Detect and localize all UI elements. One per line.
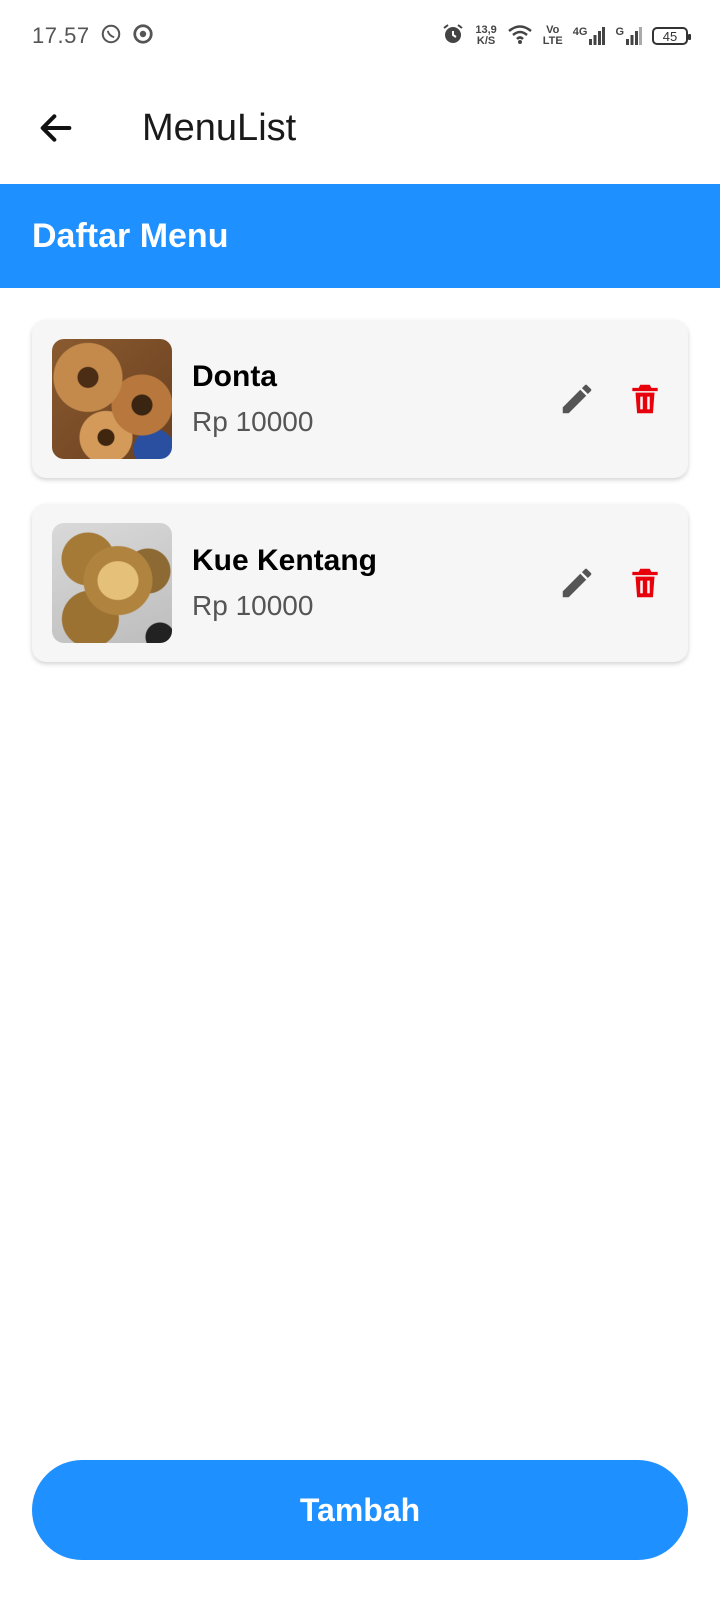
battery-icon: 45 [652,27,691,45]
edit-button[interactable] [554,560,600,606]
item-price: Rp 10000 [192,406,314,437]
network-4g-label: 4G [572,26,588,38]
delete-button[interactable] [622,376,668,422]
edit-button[interactable] [554,376,600,422]
potato-cake-photo [52,523,172,643]
signal-g: G [615,27,642,45]
menu-list: Donta Rp 10000 Kue Kentang Rp 10000 [32,320,688,688]
network-g-label: G [615,26,624,38]
signal-bars-icon [626,27,642,45]
wifi-icon [507,23,533,50]
section-header: Daftar Menu [0,184,720,288]
item-price: Rp 10000 [192,590,314,621]
status-left: 17.57 [32,23,154,50]
volte-bottom: LTE [542,35,563,47]
record-icon [132,23,154,50]
item-actions [554,376,668,422]
list-item[interactable]: Kue Kentang Rp 10000 [32,504,688,662]
trash-icon [632,568,658,598]
volte-indicator: Vo LTE [543,25,563,47]
alarm-icon [441,22,465,51]
status-right: 13,9 K/S Vo LTE 4G G 45 [441,22,691,51]
list-item[interactable]: Donta Rp 10000 [32,320,688,478]
whatsapp-icon [100,23,122,50]
item-name: Donta [192,360,277,393]
page-title: MenuList [142,106,297,149]
arrow-left-icon [40,114,72,142]
add-button[interactable]: Tambah [32,1460,688,1560]
item-info: Donta Rp 10000 [192,360,313,438]
delete-button[interactable] [622,560,668,606]
status-time: 17.57 [32,23,90,48]
item-actions [554,560,668,606]
trash-icon [632,384,658,414]
network-speed-unit: K/S [476,35,496,47]
network-speed: 13,9 K/S [475,25,496,47]
section-title: Daftar Menu [32,216,229,255]
signal-4g: 4G [573,27,606,45]
back-button[interactable] [24,96,88,160]
pencil-icon [562,568,592,598]
signal-bars-icon [589,27,606,45]
pencil-icon [562,384,592,414]
donut-photo [52,339,172,459]
app-bar: MenuList [0,72,720,184]
status-bar: 17.57 13,9 K/S Vo LTE 4G G 45 [0,0,720,72]
item-info: Kue Kentang Rp 10000 [192,544,377,622]
item-name: Kue Kentang [192,544,378,577]
